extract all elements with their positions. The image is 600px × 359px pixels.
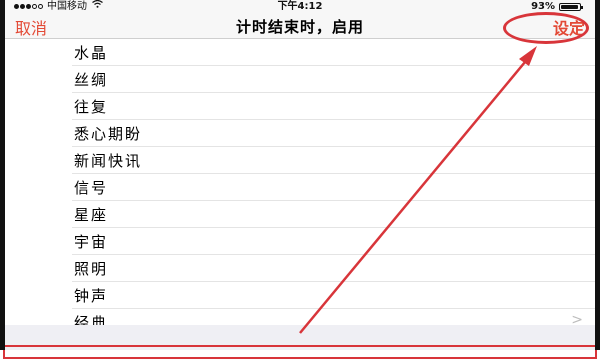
- frame-right-border: [595, 0, 600, 350]
- list-item-label: 新闻快讯: [74, 152, 143, 170]
- list-item-label: 星座: [74, 206, 109, 224]
- frame-left-border: [0, 0, 5, 350]
- list-item-label: 钟声: [74, 287, 109, 305]
- highlight-circle-annotation: [503, 12, 589, 44]
- list-item[interactable]: 钟声: [72, 282, 595, 309]
- list-item[interactable]: 星座: [72, 201, 595, 228]
- list-item[interactable]: 信号: [72, 174, 595, 201]
- status-time: 下午4:12: [277, 1, 323, 12]
- list-item-label: 信号: [74, 179, 109, 197]
- list-item[interactable]: 宇宙: [72, 228, 595, 255]
- list-item-label: 往复: [74, 98, 109, 116]
- list-item-label: 丝绸: [74, 71, 109, 89]
- list-item-label: 宇宙: [74, 233, 109, 251]
- ringtone-list: 水晶 丝绸 往复 悉心期盼 新闻快讯 信号 星座 宇宙 照明 钟声 经典 >: [5, 39, 595, 335]
- highlight-box-annotation: [3, 345, 597, 359]
- status-bar: 中国移动 下午4:12 93%: [5, 0, 595, 13]
- list-item[interactable]: 水晶: [72, 39, 595, 66]
- list-item[interactable]: 照明: [72, 255, 595, 282]
- list-item-label: 悉心期盼: [74, 125, 143, 143]
- list-item-label: 照明: [74, 260, 109, 278]
- list-item[interactable]: 新闻快讯: [72, 147, 595, 174]
- list-item[interactable]: 往复: [72, 93, 595, 120]
- list-item[interactable]: 丝绸: [72, 66, 595, 93]
- status-right: 93%: [531, 0, 583, 13]
- battery-icon: [559, 2, 583, 11]
- list-item[interactable]: 悉心期盼: [72, 120, 595, 147]
- list-item-label: 水晶: [74, 44, 109, 62]
